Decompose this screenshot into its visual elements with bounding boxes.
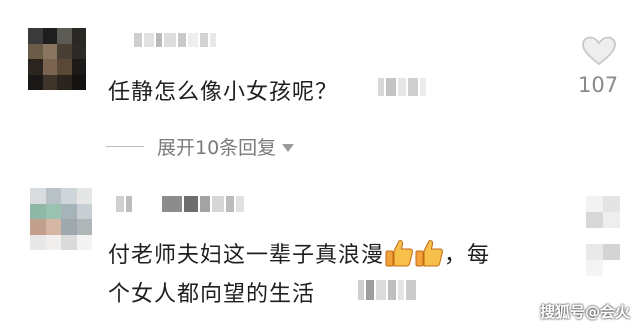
comment-text-line1-tail: ，每 (444, 243, 491, 268)
thumbs-up-emoji-icon (384, 238, 414, 274)
avatar[interactable] (30, 188, 92, 250)
expand-divider (106, 146, 144, 147)
username-blurred[interactable] (134, 33, 216, 47)
like-count: 107 (578, 73, 619, 97)
like-button[interactable] (582, 36, 616, 70)
triangle-down-icon (282, 143, 295, 152)
comment-text-line1: 付老师夫妇这一辈子真浪漫 (108, 243, 385, 268)
expand-replies-label: 展开10条回复 (157, 137, 277, 159)
comment-text-line2: 个女人都向望的生活 (108, 282, 316, 307)
like-button-blurred[interactable] (586, 196, 620, 276)
watermark: 搜狐号@会火 (539, 303, 630, 321)
thumbs-up-emoji-icon (414, 238, 444, 274)
username-blurred[interactable] (116, 196, 244, 212)
timestamp-blurred (378, 78, 426, 96)
timestamp-blurred (358, 280, 416, 300)
avatar[interactable] (28, 28, 86, 90)
expand-replies-button[interactable]: 展开10条回复 (157, 133, 295, 160)
heart-outline-icon (582, 36, 616, 66)
comment-text: 任静怎么像小女孩呢？ (108, 80, 339, 105)
